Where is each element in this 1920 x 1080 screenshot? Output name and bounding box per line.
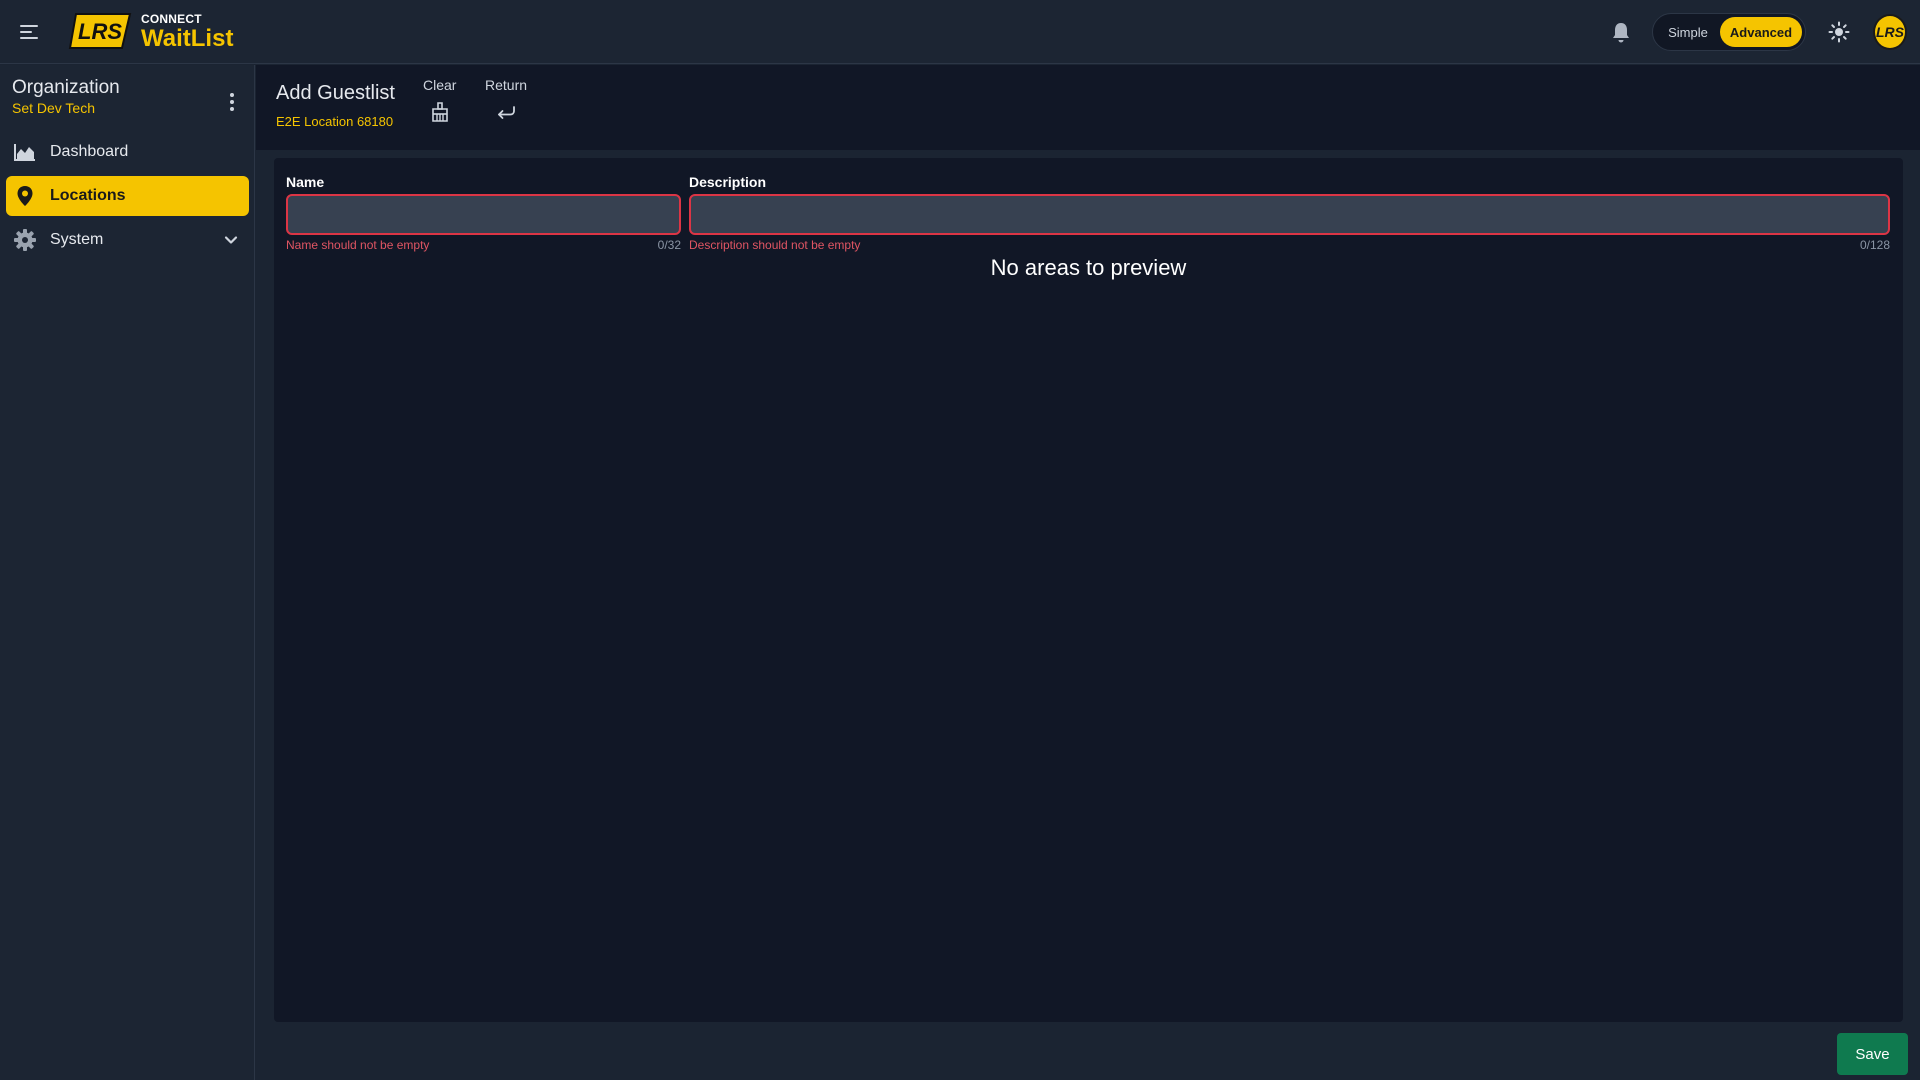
- name-counter: 0/32: [657, 238, 681, 252]
- sidebar-item-locations[interactable]: Locations: [6, 176, 249, 216]
- page-header: Add Guestlist E2E Location 68180 Clear R…: [256, 65, 1920, 150]
- name-label: Name: [286, 174, 325, 190]
- sidebar: Organization Set Dev Tech Dashboard Loca…: [0, 65, 255, 1080]
- avatar-text: LRS: [1876, 24, 1904, 40]
- org-title: Organization: [12, 77, 120, 98]
- svg-text:LRS: LRS: [78, 19, 122, 44]
- description-input[interactable]: [689, 194, 1890, 235]
- sidebar-item-dashboard[interactable]: Dashboard: [6, 132, 249, 172]
- area-chart-icon: [12, 139, 38, 165]
- page-title: Add Guestlist: [276, 82, 395, 104]
- gear-icon: [12, 227, 38, 253]
- map-pin-icon: [12, 183, 38, 209]
- mode-toggle: Simple Advanced: [1652, 13, 1806, 51]
- brand-connect: CONNECT: [141, 12, 202, 26]
- return-arrow-icon: [498, 106, 515, 119]
- save-button[interactable]: Save: [1837, 1033, 1908, 1075]
- clear-label: Clear: [423, 77, 457, 93]
- clear-broom-icon: [431, 102, 448, 122]
- description-error: Description should not be empty: [689, 238, 861, 252]
- clear-button[interactable]: Clear: [423, 77, 456, 123]
- lrs-logo: LRS: [68, 13, 132, 49]
- mode-simple-button[interactable]: Simple: [1656, 17, 1720, 47]
- return-button[interactable]: Return: [485, 77, 527, 123]
- brand: CONNECT WaitList: [141, 12, 233, 52]
- top-bar: LRS CONNECT WaitList Simple Advanced LRS: [0, 0, 1920, 64]
- sidebar-item-label: System: [50, 231, 104, 248]
- chevron-down-icon[interactable]: [223, 232, 239, 248]
- description-label: Description: [689, 174, 767, 190]
- sidebar-item-label: Dashboard: [50, 143, 129, 160]
- org-name: Set Dev Tech: [12, 100, 96, 116]
- more-vertical-icon[interactable]: [224, 91, 240, 113]
- name-input[interactable]: [286, 194, 681, 235]
- bell-icon[interactable]: [1610, 20, 1632, 44]
- sidebar-item-label: Locations: [50, 187, 126, 204]
- sidebar-item-system[interactable]: System: [6, 220, 249, 260]
- description-counter: 0/128: [1859, 238, 1890, 252]
- sun-icon[interactable]: [1828, 21, 1850, 43]
- mode-advanced-button[interactable]: Advanced: [1720, 17, 1802, 47]
- menu-toggle-icon[interactable]: [20, 20, 44, 44]
- empty-preview-message: No areas to preview: [990, 255, 1187, 280]
- return-label: Return: [485, 77, 528, 93]
- page-subtitle: E2E Location 68180: [276, 114, 394, 129]
- brand-waitlist: WaitList: [141, 25, 234, 52]
- guestlist-form-card: Name Name should not be empty 0/32 Descr…: [274, 158, 1903, 1022]
- avatar[interactable]: LRS: [1873, 14, 1907, 50]
- name-error: Name should not be empty: [286, 238, 430, 252]
